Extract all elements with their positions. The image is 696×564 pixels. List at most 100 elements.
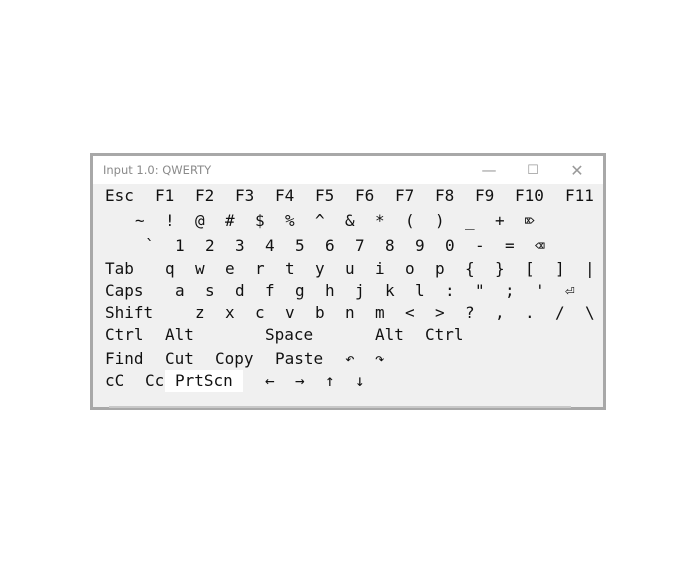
key-asterisk[interactable]: * <box>375 210 385 232</box>
key-paren-right[interactable]: ) <box>435 210 445 232</box>
key-w[interactable]: w <box>195 258 205 280</box>
key-question[interactable]: ? <box>465 302 475 324</box>
key-bracket-left[interactable]: [ <box>525 258 535 280</box>
key-i[interactable]: i <box>375 258 385 280</box>
key-backslash[interactable]: \ <box>585 302 595 324</box>
key-paren-left[interactable]: ( <box>405 210 415 232</box>
key-p[interactable]: p <box>435 258 445 280</box>
key-0[interactable]: 0 <box>445 235 455 257</box>
key-paste[interactable]: Paste <box>275 348 323 370</box>
key-at[interactable]: @ <box>195 210 205 232</box>
title-bar[interactable]: Input 1.0: QWERTY — ☐ ✕ <box>93 156 603 184</box>
key-z[interactable]: z <box>195 302 205 324</box>
key-f6[interactable]: F6 <box>355 185 374 207</box>
key-equals[interactable]: = <box>505 235 515 257</box>
key-prtscn[interactable]: PrtScn <box>165 370 243 392</box>
key-h[interactable]: h <box>325 280 335 302</box>
key-f11[interactable]: F11 <box>565 185 594 207</box>
key-single-quote[interactable]: ' <box>535 280 545 302</box>
key-caret[interactable]: ^ <box>315 210 325 232</box>
key-3[interactable]: 3 <box>235 235 245 257</box>
key-a[interactable]: a <box>175 280 185 302</box>
key-c[interactable]: c <box>255 302 265 324</box>
key-b[interactable]: b <box>315 302 325 324</box>
key-backspace[interactable]: ⌫ <box>535 235 545 257</box>
key-pipe[interactable]: | <box>585 258 595 280</box>
close-button[interactable]: ✕ <box>555 156 599 184</box>
key-f1[interactable]: F1 <box>155 185 174 207</box>
key-s[interactable]: s <box>205 280 215 302</box>
key-backtick[interactable]: ` <box>145 235 155 257</box>
key-cc-lower[interactable]: cC <box>105 370 124 392</box>
key-n[interactable]: n <box>345 302 355 324</box>
key-bracket-right[interactable]: ] <box>555 258 565 280</box>
key-ctrl-right[interactable]: Ctrl <box>425 324 464 346</box>
key-alt-right[interactable]: Alt <box>375 324 404 346</box>
key-u[interactable]: u <box>345 258 355 280</box>
key-double-quote[interactable]: " <box>475 280 485 302</box>
key-less-than[interactable]: < <box>405 302 415 324</box>
key-tab[interactable]: Tab <box>105 258 134 280</box>
key-f[interactable]: f <box>265 280 275 302</box>
key-arrow-left[interactable]: ← <box>265 370 275 392</box>
key-delete[interactable]: ⌦ <box>525 210 535 232</box>
key-dollar[interactable]: $ <box>255 210 265 232</box>
key-caps[interactable]: Caps <box>105 280 144 302</box>
key-5[interactable]: 5 <box>295 235 305 257</box>
key-f5[interactable]: F5 <box>315 185 334 207</box>
key-brace-left[interactable]: { <box>465 258 475 280</box>
key-o[interactable]: o <box>405 258 415 280</box>
key-underscore[interactable]: _ <box>465 210 475 232</box>
key-2[interactable]: 2 <box>205 235 215 257</box>
key-colon[interactable]: : <box>445 280 455 302</box>
key-arrow-right[interactable]: → <box>295 370 305 392</box>
key-7[interactable]: 7 <box>355 235 365 257</box>
key-brace-right[interactable]: } <box>495 258 505 280</box>
maximize-button[interactable]: ☐ <box>511 156 555 184</box>
key-space[interactable]: Space <box>265 324 313 346</box>
key-t[interactable]: t <box>285 258 295 280</box>
key-plus[interactable]: + <box>495 210 505 232</box>
key-f3[interactable]: F3 <box>235 185 254 207</box>
key-y[interactable]: y <box>315 258 325 280</box>
key-f7[interactable]: F7 <box>395 185 414 207</box>
key-tilde[interactable]: ~ <box>135 210 145 232</box>
key-f9[interactable]: F9 <box>475 185 494 207</box>
key-g[interactable]: g <box>295 280 305 302</box>
key-k[interactable]: k <box>385 280 395 302</box>
key-l[interactable]: l <box>415 280 425 302</box>
key-arrow-down[interactable]: ↓ <box>355 370 365 392</box>
key-v[interactable]: v <box>285 302 295 324</box>
key-1[interactable]: 1 <box>175 235 185 257</box>
minimize-button[interactable]: — <box>467 156 511 184</box>
key-shift[interactable]: Shift <box>105 302 153 324</box>
key-undo[interactable]: ↶ <box>345 348 355 370</box>
key-8[interactable]: 8 <box>385 235 395 257</box>
key-r[interactable]: r <box>255 258 265 280</box>
key-f4[interactable]: F4 <box>275 185 294 207</box>
key-esc[interactable]: Esc <box>105 185 134 207</box>
key-f2[interactable]: F2 <box>195 185 214 207</box>
key-hash[interactable]: # <box>225 210 235 232</box>
key-q[interactable]: q <box>165 258 175 280</box>
key-redo[interactable]: ↷ <box>375 348 385 370</box>
key-f10[interactable]: F10 <box>515 185 544 207</box>
key-e[interactable]: e <box>225 258 235 280</box>
key-alt-left[interactable]: Alt <box>165 324 194 346</box>
key-m[interactable]: m <box>375 302 385 324</box>
key-cut[interactable]: Cut <box>165 348 194 370</box>
key-ctrl-left[interactable]: Ctrl <box>105 324 144 346</box>
key-greater-than[interactable]: > <box>435 302 445 324</box>
key-minus[interactable]: - <box>475 235 485 257</box>
key-cc-upper[interactable]: Cc <box>145 370 164 392</box>
key-ampersand[interactable]: & <box>345 210 355 232</box>
key-arrow-up[interactable]: ↑ <box>325 370 335 392</box>
key-slash[interactable]: / <box>555 302 565 324</box>
key-d[interactable]: d <box>235 280 245 302</box>
key-find[interactable]: Find <box>105 348 144 370</box>
key-j[interactable]: j <box>355 280 365 302</box>
key-f8[interactable]: F8 <box>435 185 454 207</box>
key-period[interactable]: . <box>525 302 535 324</box>
key-percent[interactable]: % <box>285 210 295 232</box>
key-4[interactable]: 4 <box>265 235 275 257</box>
